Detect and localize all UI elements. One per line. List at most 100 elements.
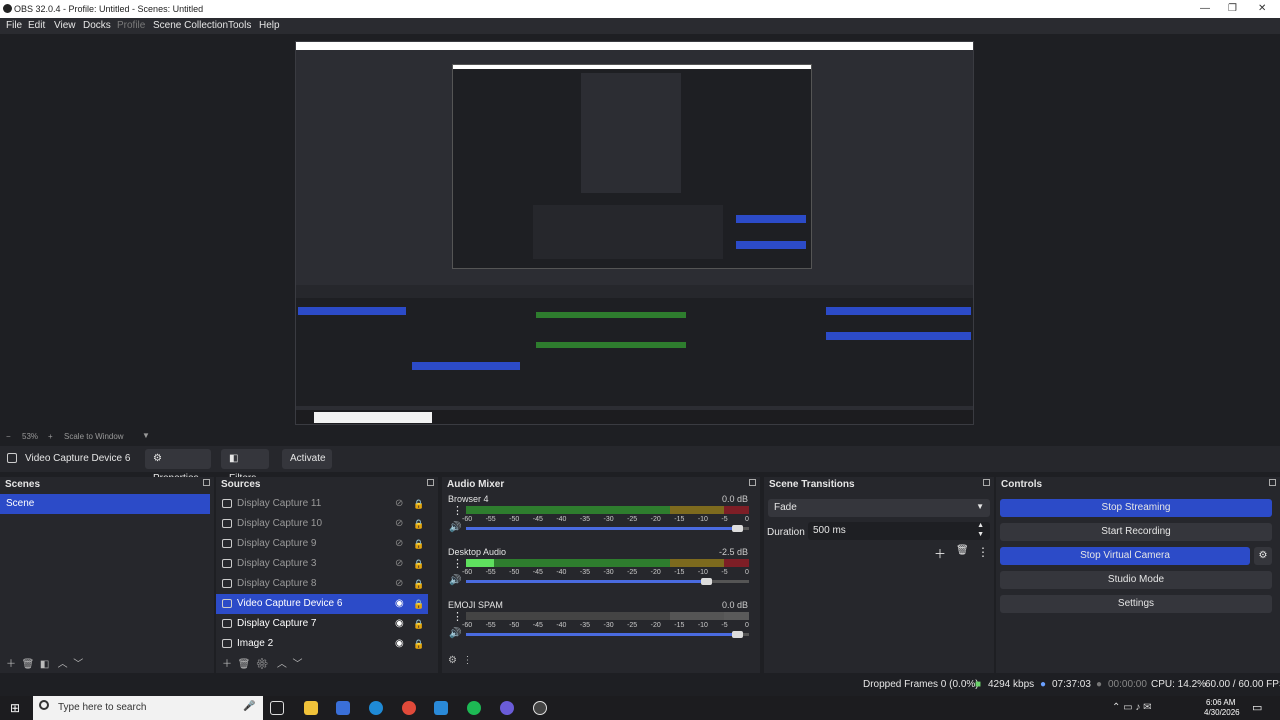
menu-docks[interactable]: Docks bbox=[83, 20, 111, 31]
speaker-icon[interactable]: 🔊 bbox=[449, 522, 461, 533]
tray-icons[interactable]: ⌃ ▭ ♪ ✉ bbox=[1112, 702, 1152, 713]
studio-mode-button[interactable]: Studio Mode bbox=[1000, 571, 1272, 589]
dock-popout-icon[interactable] bbox=[427, 479, 434, 486]
restore-icon[interactable]: ❐ bbox=[1228, 3, 1237, 14]
fader-handle[interactable] bbox=[731, 631, 743, 638]
taskbar-search[interactable]: Type here to search 🎤 bbox=[33, 696, 263, 720]
eye-icon[interactable]: ◉ bbox=[395, 634, 404, 654]
eye-hidden-icon[interactable]: ⊘ bbox=[395, 534, 403, 554]
lock-icon[interactable]: 🔒 bbox=[413, 554, 424, 574]
move-down-icon[interactable]: ﹀ bbox=[292, 659, 302, 670]
chrome-icon[interactable] bbox=[402, 701, 416, 715]
trash-icon[interactable]: 🗑 bbox=[238, 659, 251, 670]
zoom-in-icon[interactable]: + bbox=[48, 432, 53, 441]
eye-hidden-icon[interactable]: ⊘ bbox=[395, 554, 403, 574]
settings-button[interactable]: Settings bbox=[1000, 595, 1272, 613]
file-explorer-icon[interactable] bbox=[304, 701, 318, 715]
close-icon[interactable]: ✕ bbox=[1258, 3, 1266, 14]
zoom-dropdown-icon[interactable]: ▼ bbox=[142, 431, 150, 440]
speaker-icon[interactable]: 🔊 bbox=[449, 575, 461, 586]
volume-fader[interactable] bbox=[466, 633, 738, 636]
menu-profile[interactable]: Profile bbox=[117, 20, 145, 31]
source-item[interactable]: Image 2 ◉ 🔒 bbox=[216, 634, 428, 654]
menu-tools[interactable]: Tools bbox=[228, 20, 251, 31]
add-icon[interactable]: ＋ bbox=[6, 659, 16, 670]
move-up-icon[interactable]: ︿ bbox=[277, 659, 287, 670]
eye-hidden-icon[interactable]: ⊘ bbox=[395, 514, 403, 534]
dock-popout-icon[interactable] bbox=[1269, 479, 1276, 486]
menu-file[interactable]: File bbox=[6, 20, 22, 31]
gear-icon[interactable]: ⚙ bbox=[256, 659, 269, 670]
add-icon[interactable]: ＋ bbox=[934, 545, 946, 562]
source-item[interactable]: Display Capture 8 ⊘ 🔒 bbox=[216, 574, 428, 594]
move-up-icon[interactable]: ︿ bbox=[58, 659, 68, 670]
transition-select[interactable]: Fade ▼ bbox=[768, 499, 990, 517]
dock-popout-icon[interactable] bbox=[983, 479, 990, 486]
lock-icon[interactable]: 🔒 bbox=[413, 614, 424, 634]
source-item[interactable]: Video Capture Device 6 ◉ 🔒 bbox=[216, 594, 428, 614]
lock-icon[interactable]: 🔒 bbox=[413, 574, 424, 594]
edge-icon[interactable] bbox=[369, 701, 383, 715]
start-recording-button[interactable]: Start Recording bbox=[1000, 523, 1272, 541]
microphone-icon[interactable]: 🎤 bbox=[243, 701, 255, 712]
menu-edit[interactable]: Edit bbox=[28, 20, 45, 31]
eye-icon[interactable]: ◉ bbox=[395, 594, 404, 614]
activate-button[interactable]: Activate bbox=[282, 449, 332, 469]
notifications-icon[interactable]: ▭ bbox=[1252, 701, 1262, 714]
lock-icon[interactable]: 🔒 bbox=[413, 534, 424, 554]
lock-icon[interactable]: 🔒 bbox=[413, 594, 424, 614]
stop-streaming-button[interactable]: Stop Streaming bbox=[1000, 499, 1272, 517]
source-item[interactable]: Display Capture 3 ⊘ 🔒 bbox=[216, 554, 428, 574]
more-icon[interactable]: ⋮ bbox=[463, 655, 473, 666]
store-icon[interactable] bbox=[336, 701, 350, 715]
lock-icon[interactable]: 🔒 bbox=[413, 494, 424, 514]
zoom-mode[interactable]: Scale to Window bbox=[64, 432, 124, 441]
task-view-icon[interactable] bbox=[270, 701, 284, 715]
volume-fader[interactable] bbox=[466, 527, 738, 530]
source-item[interactable]: Display Capture 11 ⊘ 🔒 bbox=[216, 494, 428, 514]
menu-help[interactable]: Help bbox=[259, 20, 280, 31]
discord-icon[interactable] bbox=[500, 701, 514, 715]
gear-icon[interactable]: ⚙ bbox=[448, 655, 457, 666]
source-item[interactable]: Display Capture 9 ⊘ 🔒 bbox=[216, 534, 428, 554]
more-icon[interactable]: ⋮ bbox=[977, 545, 989, 559]
trash-icon[interactable]: 🗑 bbox=[956, 545, 969, 556]
move-down-icon[interactable]: ﹀ bbox=[73, 659, 83, 670]
fader-track[interactable] bbox=[706, 580, 749, 583]
lock-icon[interactable]: 🔒 bbox=[413, 514, 424, 534]
scene-item[interactable]: Scene bbox=[0, 494, 210, 514]
duration-input[interactable]: 500 ms ▲ ▼ bbox=[808, 522, 990, 540]
filters-button[interactable]: ◧ Filters bbox=[221, 449, 269, 484]
lock-icon[interactable]: 🔒 bbox=[413, 634, 424, 654]
menu-scene-collection[interactable]: Scene Collection bbox=[153, 20, 228, 31]
filter-icon[interactable]: ◧ bbox=[40, 659, 49, 670]
obs-taskbar-icon[interactable] bbox=[533, 701, 547, 715]
properties-button[interactable]: ⚙ Properties bbox=[145, 449, 211, 484]
mail-icon[interactable] bbox=[434, 701, 448, 715]
stepper-down-icon[interactable]: ▼ bbox=[977, 531, 984, 538]
source-item[interactable]: Display Capture 10 ⊘ 🔒 bbox=[216, 514, 428, 534]
add-icon[interactable]: ＋ bbox=[222, 659, 232, 670]
eye-hidden-icon[interactable]: ⊘ bbox=[395, 494, 403, 514]
trash-icon[interactable]: 🗑 bbox=[22, 659, 35, 670]
speaker-icon[interactable]: 🔊 bbox=[449, 628, 461, 639]
windows-start-icon[interactable]: ⊞ bbox=[10, 701, 20, 715]
volume-fader[interactable] bbox=[466, 580, 707, 583]
virtual-camera-settings-button[interactable]: ⚙ bbox=[1254, 547, 1272, 565]
eye-hidden-icon[interactable]: ⊘ bbox=[395, 574, 403, 594]
minimize-icon[interactable]: — bbox=[1200, 3, 1210, 14]
dock-popout-icon[interactable] bbox=[203, 479, 210, 486]
fader-handle[interactable] bbox=[731, 525, 743, 532]
preview-canvas[interactable] bbox=[295, 41, 974, 425]
stepper-up-icon[interactable]: ▲ bbox=[977, 522, 984, 529]
eye-icon[interactable]: ◉ bbox=[395, 614, 404, 634]
stop-virtual-camera-button[interactable]: Stop Virtual Camera bbox=[1000, 547, 1250, 565]
scale-tick: -60 bbox=[462, 516, 473, 523]
scale-tick: -25 bbox=[627, 569, 638, 576]
fader-handle[interactable] bbox=[700, 578, 712, 585]
spotify-icon[interactable] bbox=[467, 701, 481, 715]
source-item[interactable]: Display Capture 7 ◉ 🔒 bbox=[216, 614, 428, 634]
menu-view[interactable]: View bbox=[54, 20, 76, 31]
zoom-out-icon[interactable]: − bbox=[6, 432, 11, 441]
dock-popout-icon[interactable] bbox=[749, 479, 756, 486]
